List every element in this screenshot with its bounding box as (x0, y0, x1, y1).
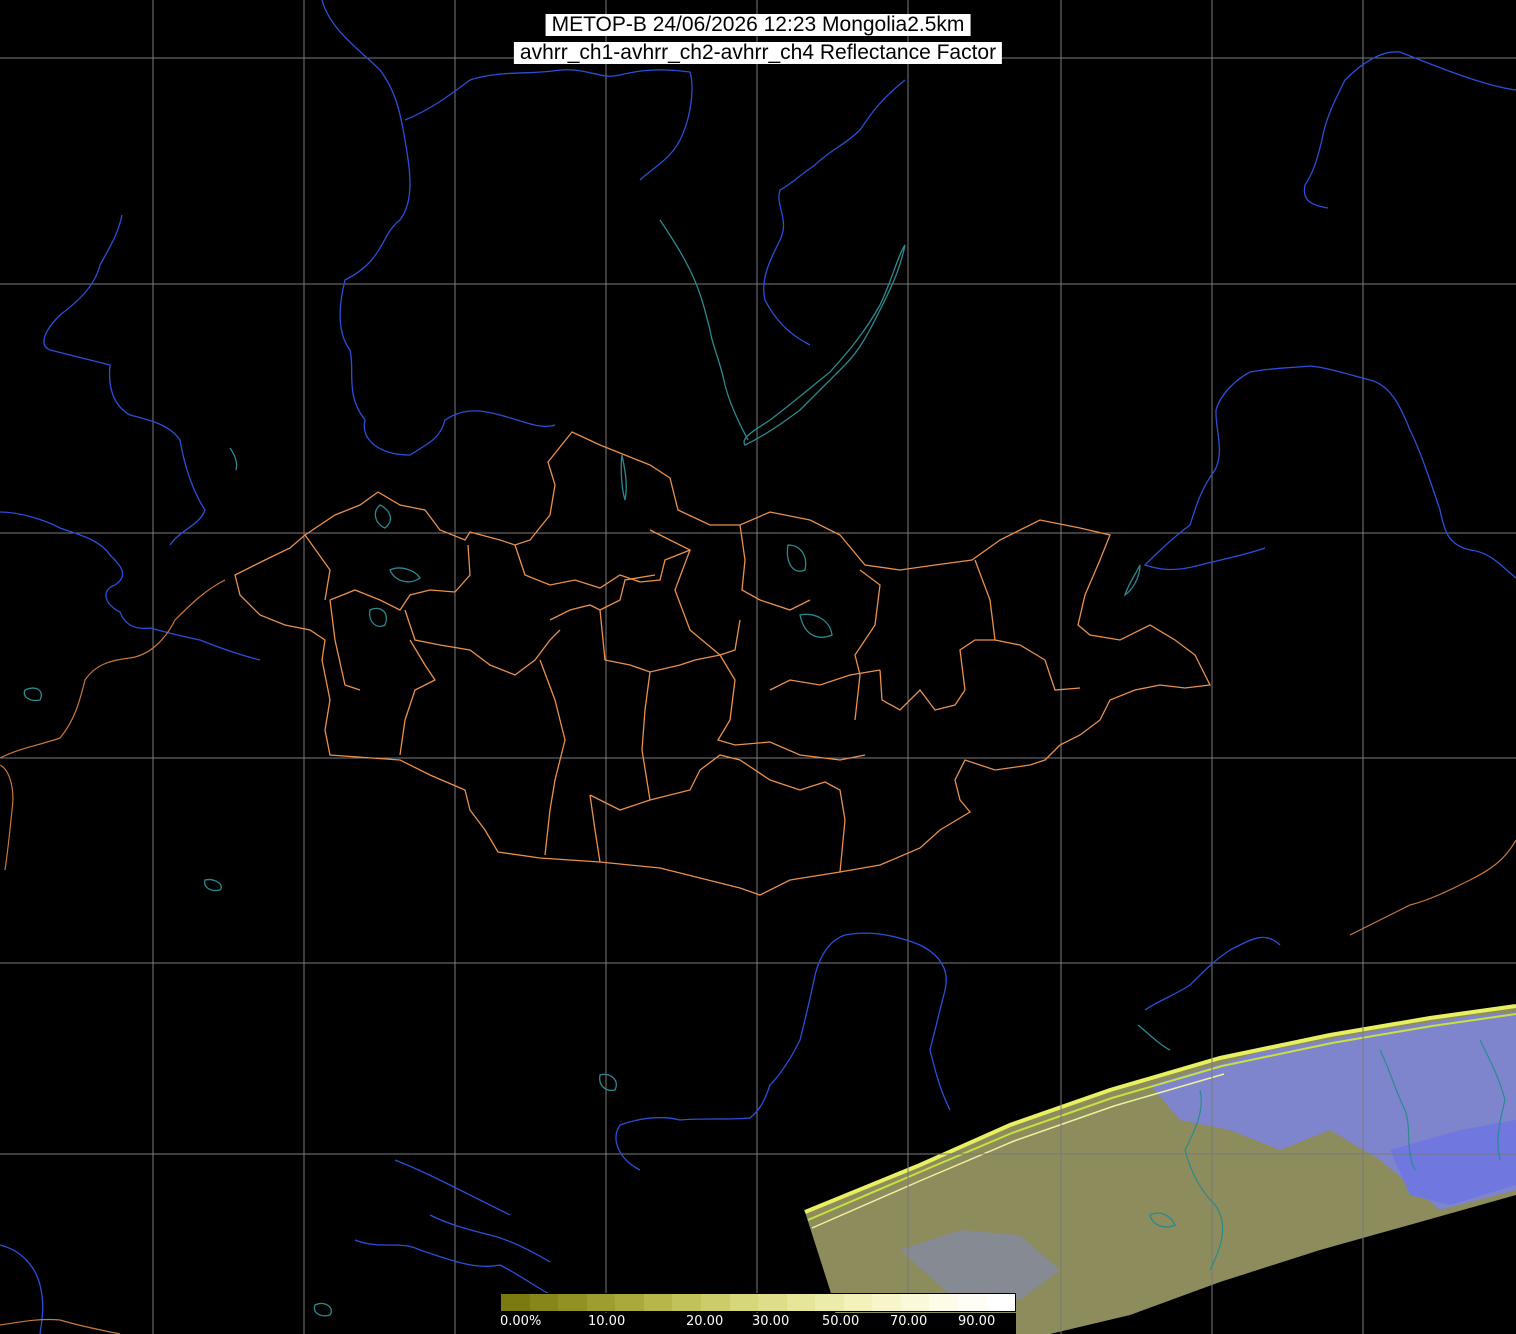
legend-swatch (815, 1294, 844, 1311)
legend-swatch (786, 1294, 816, 1311)
legend-swatch (900, 1294, 930, 1311)
legend-label: 90.00 (958, 1314, 996, 1329)
legend-swatch (958, 1294, 987, 1311)
map-subtitle: avhrr_ch1-avhrr_ch2-avhrr_ch4 Reflectanc… (513, 42, 1003, 64)
legend-label: 0.00% (500, 1314, 542, 1329)
map-title: METOP-B 24/06/2026 12:23 Mongolia2.5km (545, 14, 971, 36)
legend-swatch (586, 1294, 616, 1311)
legend-label: 50.00 (822, 1314, 860, 1329)
legend-swatch (729, 1294, 759, 1311)
satellite-map (0, 0, 1516, 1334)
legend-label: 10.00 (588, 1314, 626, 1329)
legend-swatch (615, 1294, 644, 1311)
legend-label: 30.00 (752, 1314, 790, 1329)
legend-swatch (529, 1294, 559, 1311)
legend-swatch (986, 1294, 1016, 1311)
legend-swatch (758, 1294, 787, 1311)
legend-labels: 0.00% 10.00 20.00 30.00 50.00 70.00 90.0… (500, 1313, 1016, 1334)
legend-swatch (700, 1294, 730, 1311)
legend-swatch (672, 1294, 701, 1311)
legend-swatch (929, 1294, 958, 1311)
legend-label: 20.00 (686, 1314, 724, 1329)
legend-color-bar (500, 1293, 1016, 1312)
legend-swatch (501, 1294, 530, 1311)
legend-swatch (872, 1294, 901, 1311)
legend-swatch (843, 1294, 873, 1311)
legend-swatch (643, 1294, 673, 1311)
legend-swatch (558, 1294, 587, 1311)
color-legend: 0.00% 10.00 20.00 30.00 50.00 70.00 90.0… (500, 1293, 1016, 1334)
legend-label: 70.00 (890, 1314, 928, 1329)
